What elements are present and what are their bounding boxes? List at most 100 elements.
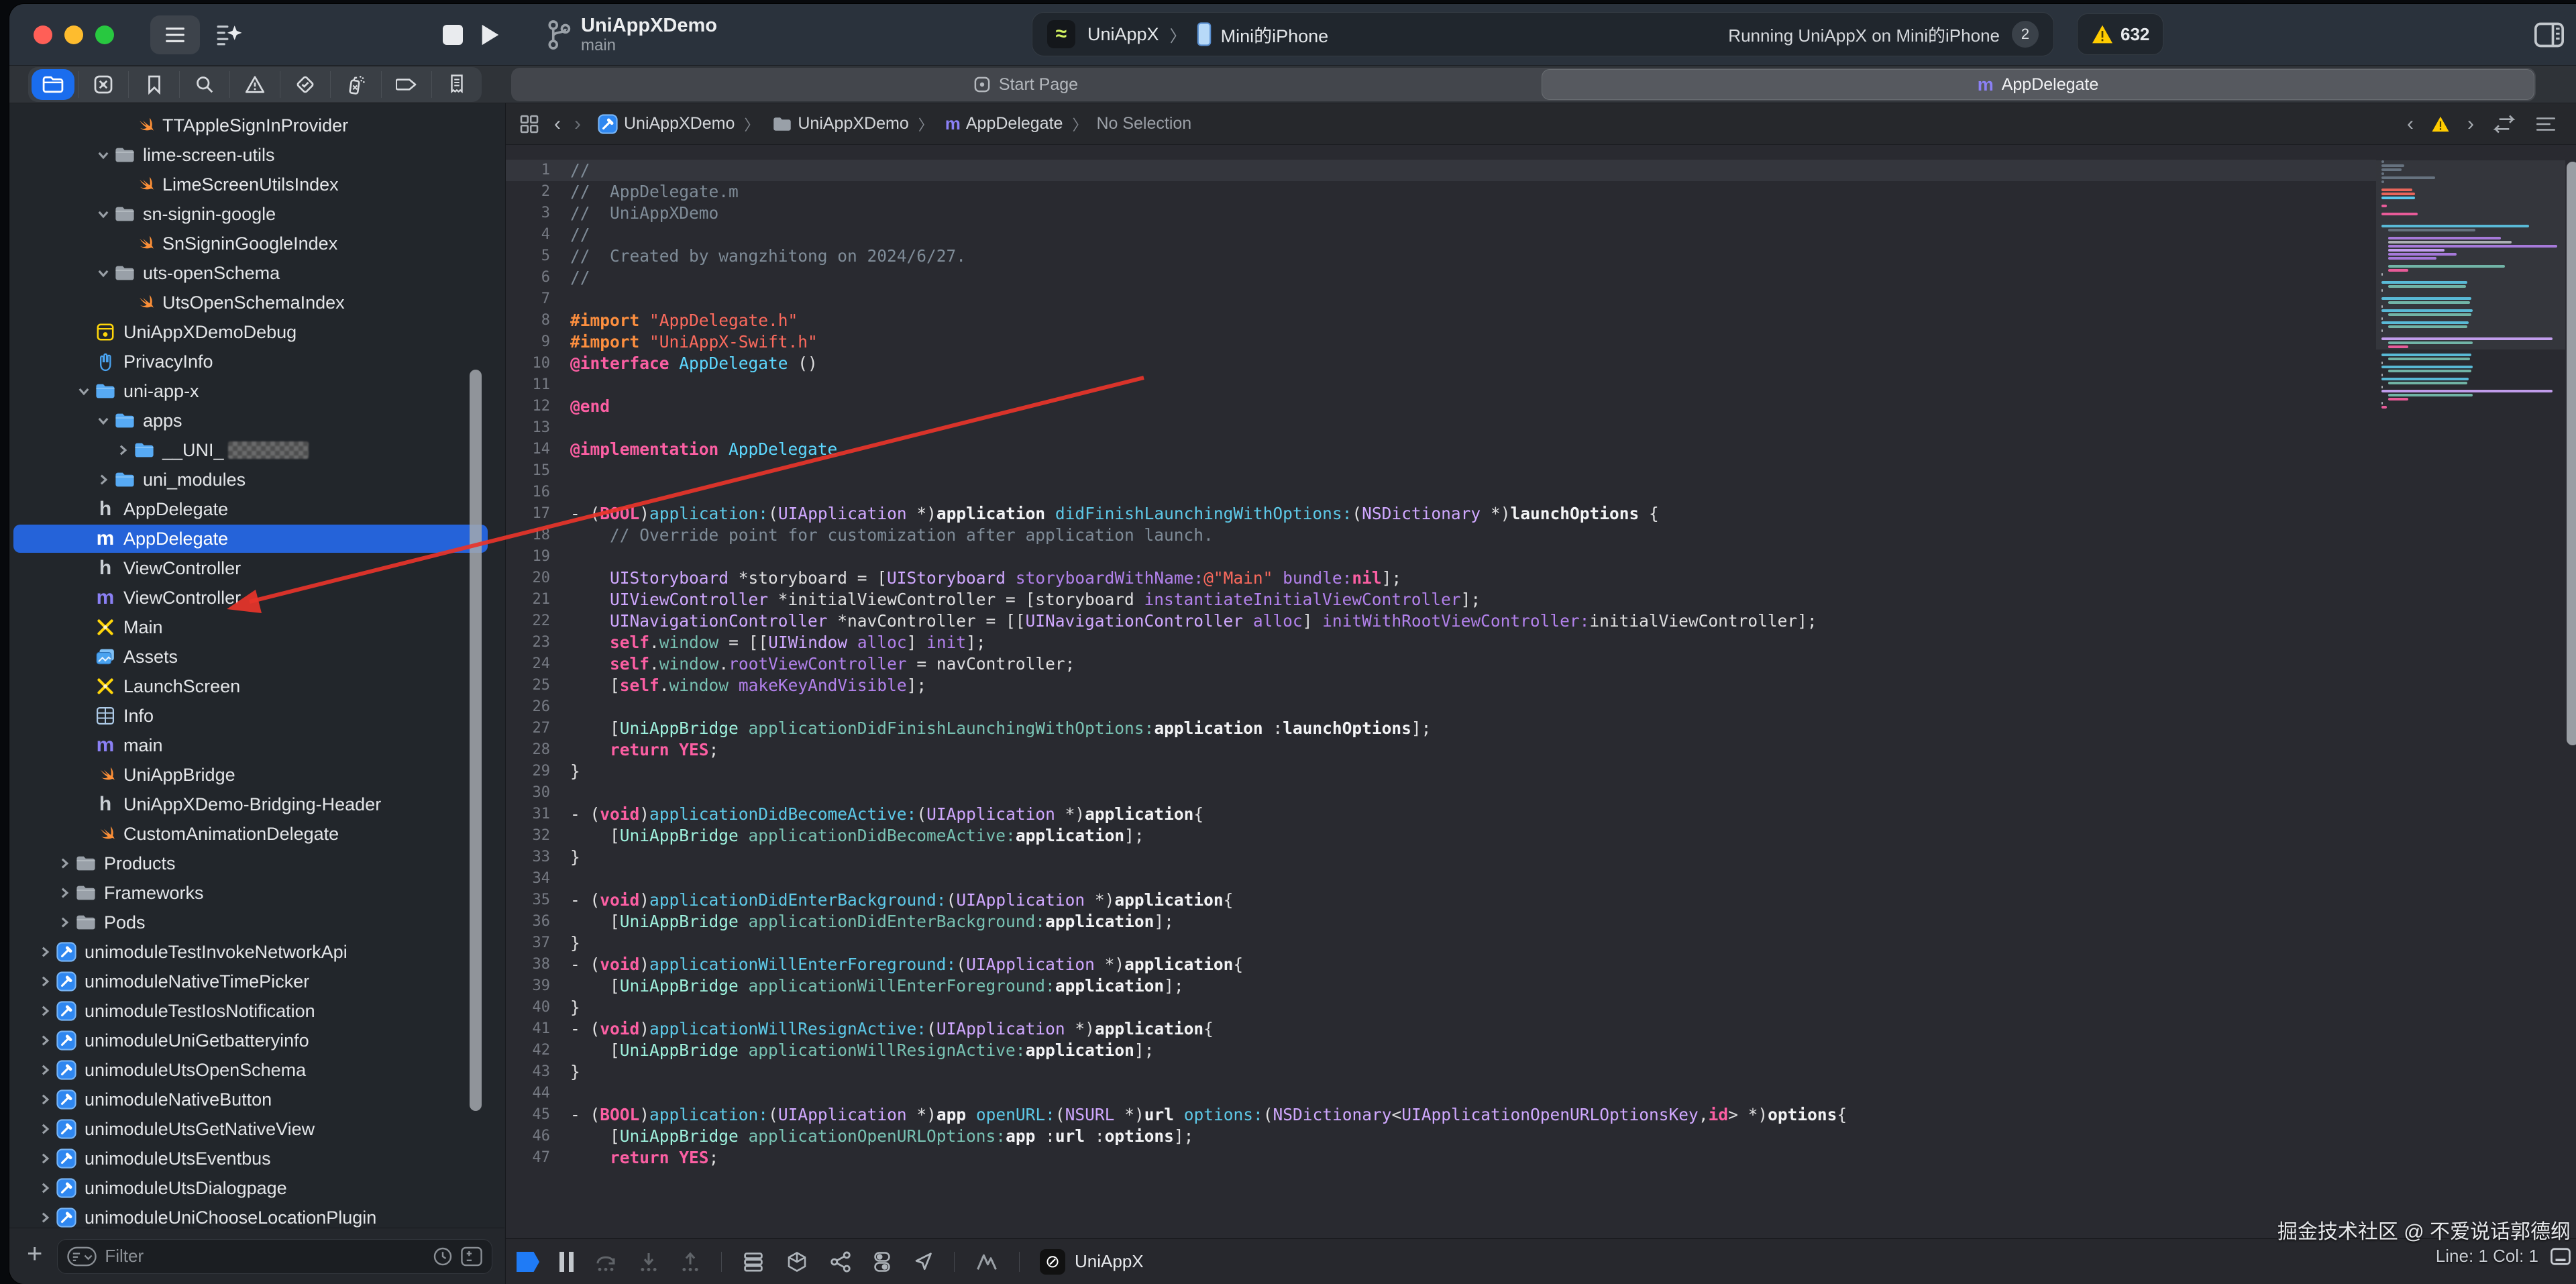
network-share-icon[interactable] <box>829 1250 852 1273</box>
disclosure-closed-icon[interactable] <box>54 886 74 900</box>
code-line[interactable]: 16 <box>506 482 2376 503</box>
tree-item-unimoduleutseventbus[interactable]: unimoduleUtsEventbus <box>13 1144 488 1173</box>
tree-item-utsopenschemaindex[interactable]: UtsOpenSchemaIndex <box>13 288 488 317</box>
filter-input[interactable]: Filter <box>57 1239 492 1274</box>
close-window-button[interactable] <box>34 25 52 44</box>
next-issue-button[interactable]: › <box>2467 113 2474 136</box>
related-items-icon[interactable] <box>519 114 539 134</box>
tree-item-frameworks[interactable]: Frameworks <box>13 879 488 907</box>
disclosure-closed-icon[interactable] <box>113 443 133 458</box>
code-line[interactable]: 29} <box>506 761 2376 782</box>
disclosure-closed-icon[interactable] <box>35 1210 55 1225</box>
code-line[interactable]: 26 <box>506 696 2376 718</box>
navigator-tab-debug[interactable] <box>330 71 380 98</box>
code-line[interactable]: 19 <box>506 546 2376 568</box>
counterpart-icon[interactable] <box>2491 114 2517 134</box>
disclosure-closed-icon[interactable] <box>35 974 55 989</box>
tree-item-viewcontroller[interactable]: mViewController <box>13 584 488 612</box>
activity-status[interactable]: Running UniAppX on Mini的iPhone 2 <box>1728 21 2039 48</box>
step-out-icon[interactable] <box>680 1251 701 1273</box>
navigator-tab-source-control[interactable] <box>78 71 128 98</box>
stop-button[interactable] <box>443 25 463 45</box>
code-line[interactable]: 28 return YES; <box>506 739 2376 761</box>
tree-item-uniappxdemodebug[interactable]: UniAppXDemoDebug <box>13 318 488 346</box>
code-line[interactable]: 33} <box>506 847 2376 868</box>
code-line[interactable]: 2// AppDelegate.m <box>506 181 2376 203</box>
run-destination[interactable]: Mini的iPhone <box>1221 21 1329 48</box>
step-over-icon[interactable] <box>594 1251 618 1273</box>
tree-item-snsigningoogleindex[interactable]: SnSigninGoogleIndex <box>13 229 488 258</box>
tree-item-uni-modules[interactable]: uni_modules <box>13 466 488 494</box>
code-line[interactable]: 31- (void)applicationDidBecomeActive:(UI… <box>506 804 2376 825</box>
plus-minus-box-icon[interactable] <box>461 1246 482 1267</box>
tree-item-uts-openschema[interactable]: uts-openSchema <box>13 259 488 287</box>
code-line[interactable]: 41- (void)applicationWillResignActive:(U… <box>506 1018 2376 1040</box>
code-line[interactable]: 37} <box>506 932 2376 954</box>
code-line[interactable]: 42 [UniAppBridge applicationWillResignAc… <box>506 1040 2376 1061</box>
environment-overrides-icon[interactable] <box>872 1250 892 1273</box>
tree-item-unimoduletestiosnotification[interactable]: unimoduleTestIosNotification <box>13 997 488 1025</box>
code-line[interactable]: 7 <box>506 288 2376 310</box>
back-button[interactable]: ‹ <box>554 113 561 136</box>
code-line[interactable]: 45- (BOOL)application:(UIApplication *)a… <box>506 1104 2376 1126</box>
tree-item-products[interactable]: Products <box>13 849 488 877</box>
warnings-pill[interactable]: 632 <box>2077 13 2163 55</box>
navigator-tab-find[interactable] <box>179 71 229 98</box>
tree-item-launchscreen[interactable]: LaunchScreen <box>13 672 488 700</box>
inspector-toggle-button[interactable] <box>2530 17 2568 52</box>
code-line[interactable]: 43} <box>506 1061 2376 1083</box>
navigator-tab-bookmarks[interactable] <box>128 71 178 98</box>
scheme-and-status-pill[interactable]: ≈ UniAppX 〉 Mini的iPhone Running UniAppX … <box>1032 12 2054 56</box>
tree-item-unimoduleutsgetnativeview[interactable]: unimoduleUtsGetNativeView <box>13 1115 488 1143</box>
code-line[interactable]: 21 UIViewController *initialViewControll… <box>506 589 2376 610</box>
code-line[interactable]: 22 UINavigationController *navController… <box>506 610 2376 632</box>
code-line[interactable]: 6// <box>506 267 2376 288</box>
disclosure-closed-icon[interactable] <box>93 472 113 487</box>
tree-item-uniappbridge[interactable]: UniAppBridge <box>13 761 488 789</box>
disclosure-closed-icon[interactable] <box>35 945 55 959</box>
disclosure-open-icon[interactable] <box>93 413 113 428</box>
code-line[interactable]: 44 <box>506 1083 2376 1104</box>
pause-button[interactable] <box>559 1252 574 1272</box>
navigator-tab-tests[interactable] <box>280 71 330 98</box>
disclosure-closed-icon[interactable] <box>54 915 74 930</box>
disclosure-open-icon[interactable] <box>93 148 113 162</box>
disclosure-closed-icon[interactable] <box>35 1063 55 1077</box>
code-line[interactable]: 38- (void)applicationWillEnterForeground… <box>506 954 2376 975</box>
code-line[interactable]: 36 [UniAppBridge applicationDidEnterBack… <box>506 911 2376 932</box>
run-button[interactable] <box>479 23 500 46</box>
clock-icon[interactable] <box>433 1246 453 1267</box>
code-line[interactable]: 40} <box>506 997 2376 1018</box>
code-line[interactable]: 34 <box>506 868 2376 890</box>
code-editor[interactable]: 1//2// AppDelegate.m3// UniAppXDemo4//5/… <box>506 145 2576 1238</box>
tree-item-main[interactable]: Main <box>13 613 488 641</box>
tree-item-appdelegate[interactable]: hAppDelegate <box>13 495 488 523</box>
disclosure-open-icon[interactable] <box>93 266 113 280</box>
code-line[interactable]: 25 [self.window makeKeyAndVisible]; <box>506 675 2376 696</box>
code-line[interactable]: 15 <box>506 460 2376 482</box>
tree-item-lime-screen-utils[interactable]: lime-screen-utils <box>13 141 488 169</box>
tab-appdelegate[interactable]: m AppDelegate <box>1542 69 2534 100</box>
running-process[interactable]: ⊘ UniAppX <box>1040 1249 1144 1275</box>
code-line[interactable]: 11 <box>506 374 2376 396</box>
tree-item-assets[interactable]: Assets <box>13 643 488 671</box>
add-item-button[interactable]: + <box>27 1239 42 1269</box>
disclosure-closed-icon[interactable] <box>35 1092 55 1107</box>
sidebar-scrollbar[interactable] <box>470 370 482 1111</box>
code-line[interactable]: 18 // Override point for customization a… <box>506 525 2376 546</box>
tree-item-unimoduleutsopenschema[interactable]: unimoduleUtsOpenSchema <box>13 1056 488 1084</box>
code-line[interactable]: 12@end <box>506 396 2376 417</box>
code-line[interactable]: 47 return YES; <box>506 1147 2376 1169</box>
memory-graph-icon[interactable] <box>785 1250 809 1273</box>
disclosure-closed-icon[interactable] <box>35 1122 55 1136</box>
ai-assistant-button[interactable] <box>215 21 244 48</box>
code-line[interactable]: 13 <box>506 417 2376 439</box>
zoom-window-button[interactable] <box>95 25 114 44</box>
tree-item-unimoduleutsdialogpage[interactable]: unimoduleUtsDialogpage <box>13 1174 488 1202</box>
step-into-icon[interactable] <box>638 1251 659 1273</box>
code-line[interactable]: 10@interface AppDelegate () <box>506 353 2376 374</box>
breakpoints-toggle-icon[interactable] <box>517 1252 539 1272</box>
metrics-icon[interactable] <box>975 1251 999 1273</box>
tree-item-unimodulenativetimepicker[interactable]: unimoduleNativeTimePicker <box>13 967 488 996</box>
editor-options-icon[interactable] <box>2534 115 2557 133</box>
